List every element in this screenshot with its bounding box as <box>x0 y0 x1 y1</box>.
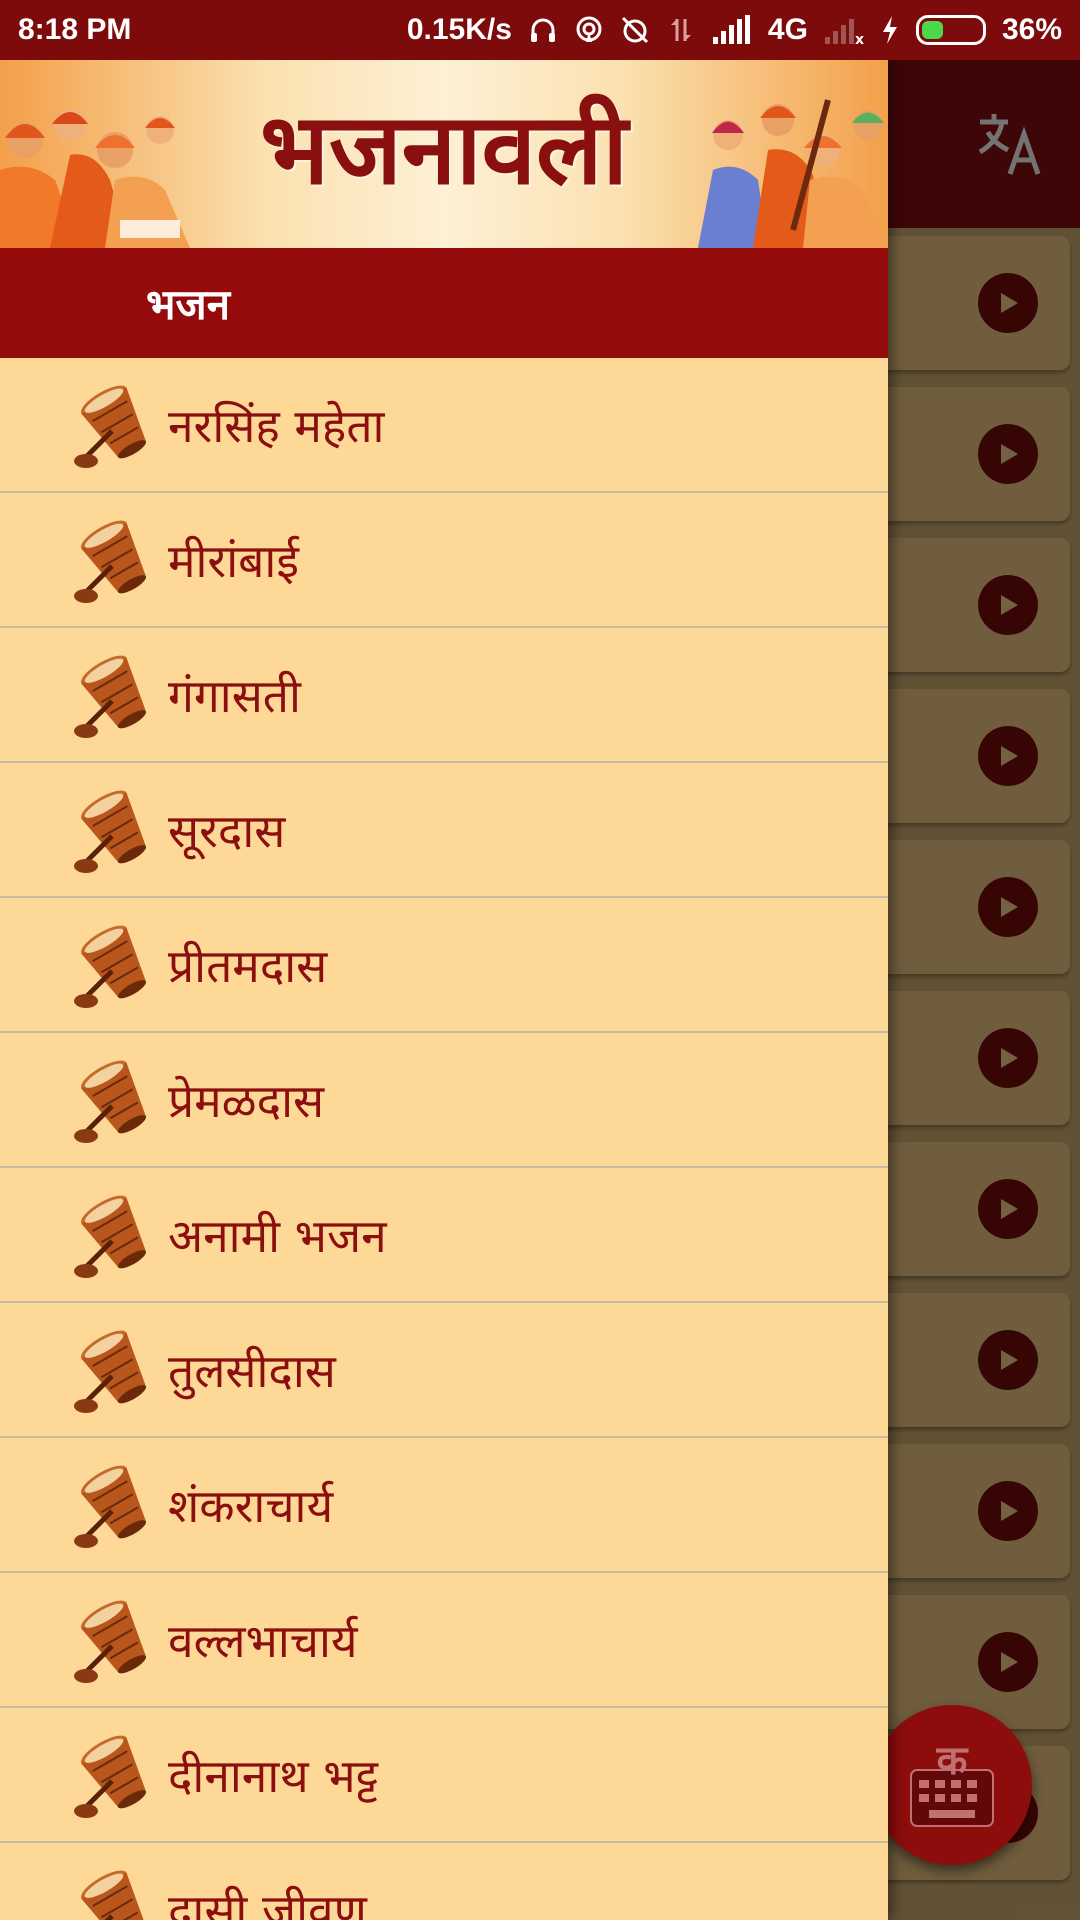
dholak-drum-icon <box>72 919 164 1011</box>
keyboard-icon: क <box>910 1740 994 1827</box>
drawer-item[interactable]: नरसिंह महेता <box>0 358 888 493</box>
status-time: 8:18 PM <box>18 13 132 46</box>
app-title-banner: भजनावली <box>260 92 628 207</box>
drawer-item[interactable]: प्रेमळदास <box>0 1033 888 1168</box>
dholak-drum-icon <box>72 1729 164 1821</box>
dholak-drum-icon <box>72 784 164 876</box>
drawer-menu: नरसिंह महेता मीरांबाई गंगासती सूरदास प्रीतमद… <box>0 358 888 1920</box>
dholak-drum-icon <box>72 1054 164 1146</box>
dholak-drum-icon <box>72 1189 164 1281</box>
dholak-drum-icon <box>72 514 164 606</box>
drawer-item[interactable]: प्रीतमदास <box>0 898 888 1033</box>
drawer-item-label: वल्लभाचार्य <box>168 1613 358 1668</box>
net-speed: 0.15K/s <box>406 13 512 46</box>
drawer-header-banner: भजनावली <box>0 60 888 248</box>
dholak-drum-icon <box>72 1459 164 1551</box>
drawer-item[interactable]: दीनानाथ भट्ट <box>0 1708 888 1843</box>
drawer-item[interactable]: गंगासती <box>0 628 888 763</box>
signal-icon <box>712 15 750 44</box>
drawer-item[interactable]: सूरदास <box>0 763 888 898</box>
drawer-item-label: दीनानाथ भट्ट <box>168 1748 379 1803</box>
drawer-item[interactable]: वल्लभाचार्य <box>0 1573 888 1708</box>
svg-text:x: x <box>855 32 864 45</box>
section-label: भजन <box>146 279 231 329</box>
signal-weak-icon: x <box>824 19 864 45</box>
status-bar: 8:18 PM 0.15K/s 4G x 36% <box>0 0 1080 60</box>
hotspot-icon <box>576 16 602 42</box>
data-transfer-icon <box>670 19 691 41</box>
drawer-item-label: तुलसीदास <box>168 1343 336 1398</box>
drawer-item[interactable]: मीरांबाई <box>0 493 888 628</box>
svg-text:क: क <box>936 1740 969 1784</box>
network-type: 4G <box>767 13 808 46</box>
dholak-drum-icon <box>72 1324 164 1416</box>
drawer-item-label: प्रीतमदास <box>168 938 328 993</box>
headphones-icon <box>530 18 555 42</box>
drawer-item[interactable]: अनामी भजन <box>0 1168 888 1303</box>
charging-icon <box>882 16 897 44</box>
battery-icon <box>915 15 986 45</box>
drawer-item-label: गंगासती <box>168 668 301 723</box>
drawer-section-title: भजन <box>0 248 888 358</box>
drawer-item-label: मीरांबाई <box>168 533 299 588</box>
drawer-item-label: शंकराचार्य <box>168 1478 334 1533</box>
dholak-drum-icon <box>72 649 164 741</box>
dholak-drum-icon <box>72 379 164 471</box>
drawer-item[interactable]: तुलसीदास <box>0 1303 888 1438</box>
drawer-item-label: नरसिंह महेता <box>168 398 385 453</box>
drawer-item-label: सूरदास <box>168 803 286 858</box>
alarm-off-icon <box>621 16 648 44</box>
drawer-item[interactable]: दासी जीवण <box>0 1843 888 1920</box>
drawer-item-label: अनामी भजन <box>168 1208 387 1263</box>
battery-percent: 36% <box>1001 13 1062 46</box>
navigation-drawer: भजनावली भजन नरसिंह महेता मीरांबाई गंगासती स… <box>0 60 888 1920</box>
drawer-item-label: दासी जीवण <box>168 1883 367 1920</box>
dholak-drum-icon <box>72 1864 164 1920</box>
drawer-item[interactable]: शंकराचार्य <box>0 1438 888 1573</box>
dholak-drum-icon <box>72 1594 164 1686</box>
drawer-item-label: प्रेमळदास <box>168 1073 325 1128</box>
keyboard-fab[interactable]: क <box>872 1705 1032 1865</box>
